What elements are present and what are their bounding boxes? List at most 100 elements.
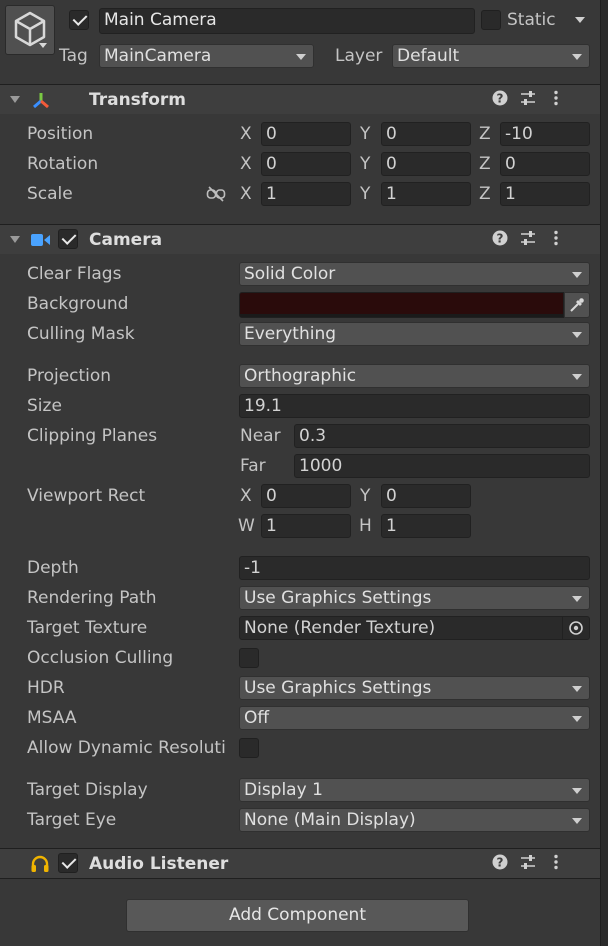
- headphones-icon: [31, 855, 49, 872]
- viewport-w-label[interactable]: W: [238, 515, 255, 537]
- viewport-w-input[interactable]: 1: [261, 514, 351, 538]
- help-icon[interactable]: ?: [492, 90, 508, 106]
- hdr-dropdown[interactable]: Use Graphics Settings: [239, 676, 590, 700]
- camera-icon: [31, 234, 50, 246]
- kebab-icon[interactable]: [548, 90, 564, 106]
- size-input[interactable]: 19.1: [239, 394, 590, 418]
- presets-icon[interactable]: [520, 854, 536, 870]
- hdr-label: HDR: [27, 678, 65, 698]
- audio-listener-title: Audio Listener: [89, 854, 229, 874]
- viewport-x-input[interactable]: 0: [261, 484, 351, 508]
- chevron-down-icon: [572, 788, 582, 794]
- transform-axis-icon: [33, 93, 49, 109]
- static-checkbox[interactable]: [481, 10, 501, 30]
- scale-y-axis-label[interactable]: Y: [360, 183, 370, 205]
- near-label[interactable]: Near: [240, 425, 281, 447]
- tag-dropdown[interactable]: MainCamera: [99, 44, 314, 68]
- svg-text:?: ?: [497, 856, 504, 870]
- projection-label: Projection: [27, 366, 112, 386]
- kebab-icon[interactable]: [548, 230, 564, 246]
- rotation-x-axis-label[interactable]: X: [240, 153, 252, 175]
- presets-icon[interactable]: [520, 230, 536, 246]
- viewport-h-input[interactable]: 1: [381, 514, 471, 538]
- depth-label: Depth: [27, 558, 79, 578]
- far-label[interactable]: Far: [240, 455, 266, 477]
- position-z-input[interactable]: -10: [500, 122, 590, 146]
- tag-value: MainCamera: [104, 46, 212, 66]
- position-y-axis-label[interactable]: Y: [360, 123, 370, 145]
- foldout-arrow-icon[interactable]: [10, 96, 20, 103]
- rotation-y-axis-label[interactable]: Y: [360, 153, 370, 175]
- position-z-axis-label[interactable]: Z: [479, 123, 491, 145]
- scrollbar[interactable]: [600, 0, 608, 946]
- rotation-x-input[interactable]: 0: [261, 152, 351, 176]
- transform-title: Transform: [89, 90, 186, 110]
- link-scale-icon[interactable]: [206, 186, 226, 202]
- rotation-z-input[interactable]: 0: [500, 152, 590, 176]
- target-display-dropdown[interactable]: Display 1: [239, 778, 590, 802]
- msaa-dropdown[interactable]: Off: [239, 706, 590, 730]
- object-icon-button[interactable]: [5, 5, 55, 55]
- camera-title: Camera: [89, 230, 163, 250]
- target-texture-value: None (Render Texture): [244, 618, 436, 638]
- projection-dropdown[interactable]: Orthographic: [239, 364, 590, 388]
- dynamic-resolution-label: Allow Dynamic Resoluti: [27, 738, 226, 758]
- add-component-button[interactable]: Add Component: [126, 899, 469, 932]
- near-input[interactable]: 0.3: [294, 424, 590, 448]
- position-y-input[interactable]: 0: [381, 122, 471, 146]
- far-input[interactable]: 1000: [294, 454, 590, 478]
- clear-flags-dropdown[interactable]: Solid Color: [239, 262, 590, 286]
- object-name-input[interactable]: Main Camera: [99, 8, 475, 34]
- chevron-down-icon: [572, 818, 582, 824]
- scale-x-axis-label[interactable]: X: [240, 183, 252, 205]
- clear-flags-value: Solid Color: [244, 264, 336, 284]
- camera-enabled-checkbox[interactable]: [58, 229, 78, 249]
- layer-dropdown[interactable]: Default: [392, 44, 590, 68]
- rotation-y-input[interactable]: 0: [381, 152, 471, 176]
- active-checkbox[interactable]: [69, 10, 89, 30]
- position-x-input[interactable]: 0: [261, 122, 351, 146]
- chevron-down-icon: [572, 374, 582, 380]
- eyedropper-button[interactable]: [564, 292, 590, 318]
- viewport-y-input[interactable]: 0: [381, 484, 471, 508]
- chevron-down-icon: [572, 596, 582, 602]
- dynamic-resolution-checkbox[interactable]: [239, 738, 259, 758]
- transform-header[interactable]: Transform ?: [0, 84, 600, 114]
- audio-listener-enabled-checkbox[interactable]: [58, 853, 78, 873]
- static-dropdown-icon[interactable]: [575, 17, 585, 23]
- layer-value: Default: [397, 46, 460, 66]
- background-color-field[interactable]: [239, 292, 564, 318]
- kebab-icon[interactable]: [548, 854, 564, 870]
- clipping-planes-label: Clipping Planes: [27, 426, 158, 446]
- scale-z-axis-label[interactable]: Z: [479, 183, 491, 205]
- scale-x-input[interactable]: 1: [261, 182, 351, 206]
- occlusion-culling-label: Occlusion Culling: [27, 648, 174, 668]
- rendering-path-dropdown[interactable]: Use Graphics Settings: [239, 586, 590, 610]
- position-x-axis-label[interactable]: X: [240, 123, 252, 145]
- target-texture-field[interactable]: None (Render Texture): [239, 616, 590, 640]
- object-picker-icon[interactable]: [562, 617, 589, 639]
- culling-mask-dropdown[interactable]: Everything: [239, 322, 590, 346]
- rendering-path-label: Rendering Path: [27, 588, 157, 608]
- size-label: Size: [27, 396, 62, 416]
- position-label: Position: [27, 124, 94, 144]
- target-eye-dropdown[interactable]: None (Main Display): [239, 808, 590, 832]
- rotation-z-axis-label[interactable]: Z: [479, 153, 491, 175]
- camera-header[interactable]: Camera ?: [0, 224, 600, 254]
- static-label: Static: [507, 10, 556, 30]
- help-icon[interactable]: ?: [492, 230, 508, 246]
- viewport-rect-label: Viewport Rect: [27, 486, 146, 506]
- target-eye-value: None (Main Display): [244, 810, 416, 830]
- viewport-h-label[interactable]: H: [359, 515, 372, 537]
- occlusion-culling-checkbox[interactable]: [239, 648, 259, 668]
- viewport-x-label[interactable]: X: [240, 485, 252, 507]
- depth-input[interactable]: -1: [239, 556, 590, 580]
- foldout-arrow-icon[interactable]: [10, 236, 20, 243]
- scale-z-input[interactable]: 1: [500, 182, 590, 206]
- help-icon[interactable]: ?: [492, 854, 508, 870]
- presets-icon[interactable]: [520, 90, 536, 106]
- viewport-y-label[interactable]: Y: [360, 485, 370, 507]
- scale-y-input[interactable]: 1: [381, 182, 471, 206]
- culling-mask-label: Culling Mask: [27, 324, 135, 344]
- audio-listener-header[interactable]: Audio Listener ?: [0, 848, 600, 879]
